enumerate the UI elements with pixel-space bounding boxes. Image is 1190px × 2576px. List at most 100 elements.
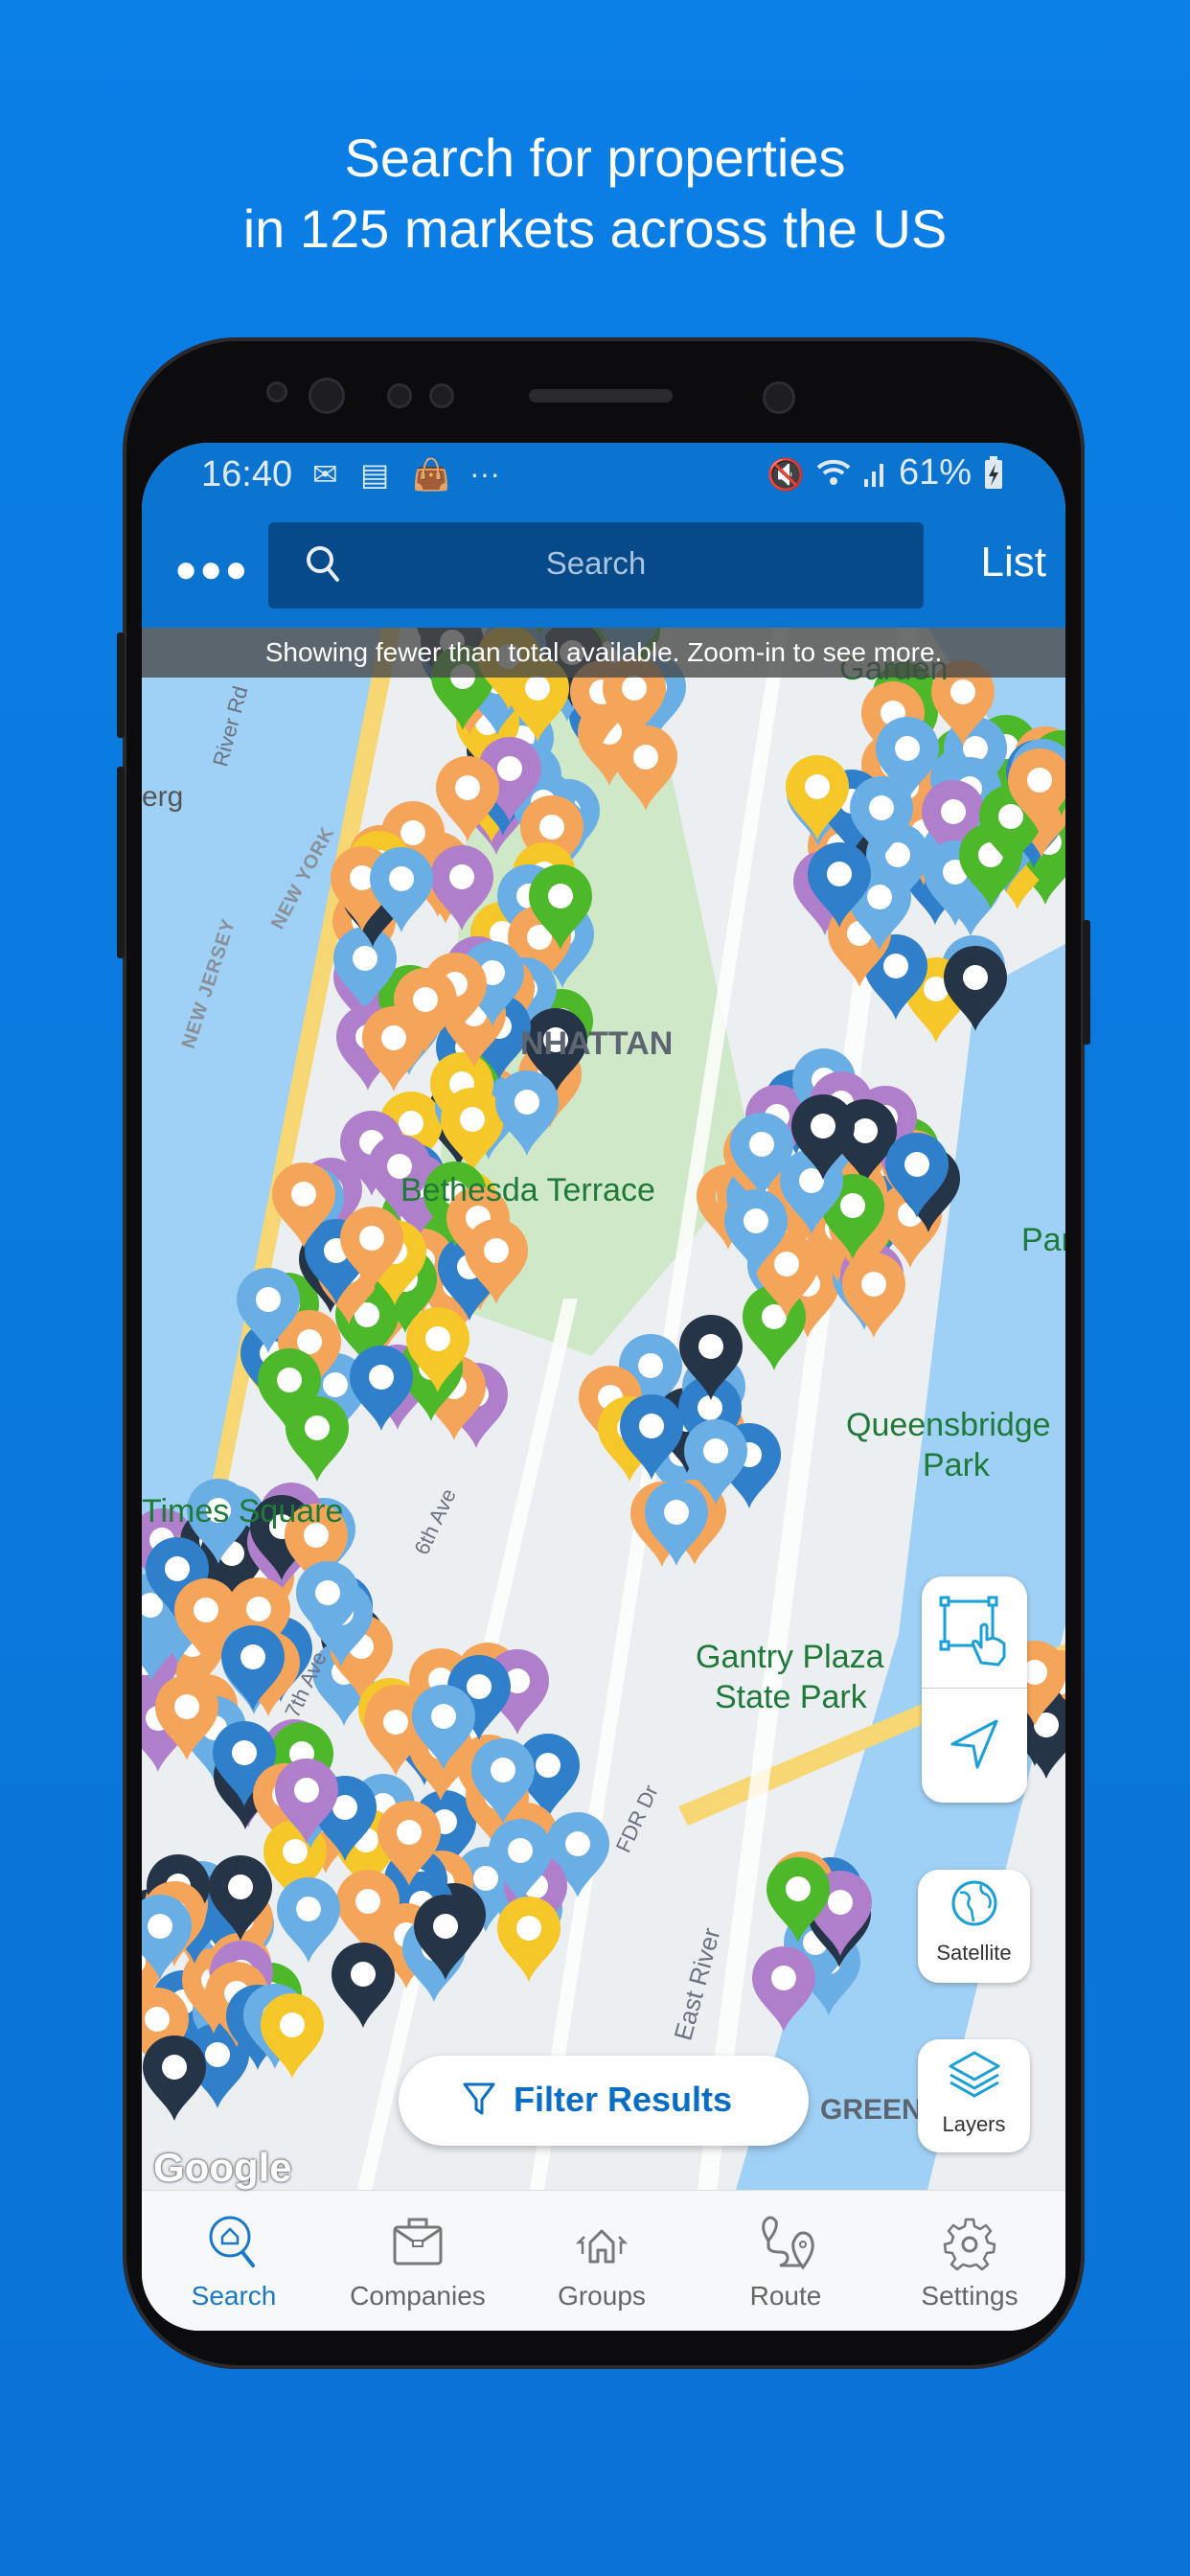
map-pin[interactable] xyxy=(428,844,495,932)
map-pin[interactable] xyxy=(256,1347,323,1436)
map-pin[interactable] xyxy=(728,1112,795,1200)
route-pins-icon xyxy=(762,2216,814,2270)
bag-icon: 👜 xyxy=(412,457,450,492)
list-view-button[interactable]: List xyxy=(981,539,1046,586)
phone-sensor xyxy=(387,383,412,408)
map-pin[interactable] xyxy=(682,1418,749,1506)
map-pin[interactable] xyxy=(368,846,435,934)
headline-line-1: Search for properties xyxy=(344,127,846,188)
search-placeholder: Search xyxy=(545,545,647,581)
map-pin[interactable] xyxy=(338,1206,405,1294)
map-pin[interactable] xyxy=(153,1674,220,1762)
map-pin[interactable] xyxy=(495,1896,562,1984)
battery-charging-icon xyxy=(983,456,1004,498)
promo-headline: Search for properties in 125 markets acr… xyxy=(0,123,1190,264)
map-pin[interactable] xyxy=(376,1800,443,1888)
gear-icon xyxy=(943,2218,996,2271)
map-label-state-park: State Park xyxy=(715,1679,867,1715)
search-input[interactable]: Search xyxy=(268,522,924,609)
houses-icon xyxy=(575,2229,629,2264)
globe-icon xyxy=(951,1880,997,1926)
filter-results-label: Filter Results xyxy=(514,2080,733,2119)
nav-tab-search[interactable]: Search xyxy=(142,2191,326,2331)
map-pin[interactable] xyxy=(722,1188,790,1276)
map-pin[interactable] xyxy=(412,1894,479,1982)
front-camera xyxy=(763,381,795,414)
nav-tab-groups[interactable]: Groups xyxy=(510,2191,694,2331)
map-pin[interactable] xyxy=(235,1267,302,1355)
phone-screen: 16:40 ✉ ▤ 👜 ··· 🔇 61% ●●● Search List NH… xyxy=(142,443,1065,2331)
layers-button[interactable]: Layers xyxy=(918,2039,1030,2152)
map-pin[interactable] xyxy=(618,1393,685,1482)
nav-label: Settings xyxy=(921,2281,1018,2311)
filter-funnel-icon xyxy=(463,2082,495,2115)
home-search-icon xyxy=(209,2216,255,2267)
phone-sensor xyxy=(309,378,345,414)
nav-label: Companies xyxy=(350,2281,486,2311)
nav-tab-companies[interactable]: Companies xyxy=(326,2191,510,2331)
select-area-button[interactable] xyxy=(922,1576,1027,1688)
map-pin[interactable] xyxy=(142,1894,194,1982)
map-pin[interactable] xyxy=(273,1758,340,1846)
phone-sensor xyxy=(266,381,287,402)
map-pin[interactable] xyxy=(259,1992,326,2081)
status-bar: 16:40 ✉ ▤ 👜 ··· 🔇 61% xyxy=(142,443,1065,510)
map-pin[interactable] xyxy=(469,1737,537,1826)
more-dots-icon: ··· xyxy=(469,456,500,491)
map-pin[interactable] xyxy=(463,1218,530,1306)
map-label-erg: erg xyxy=(142,781,184,813)
filter-results-button[interactable]: Filter Results xyxy=(399,2056,809,2146)
map-label-queensbridge-park: Park xyxy=(923,1447,990,1484)
map-pin[interactable] xyxy=(750,1945,817,2034)
status-time: 16:40 xyxy=(201,454,293,494)
map-pin[interactable] xyxy=(790,1093,857,1182)
headline-line-2: in 125 markets across the US xyxy=(242,198,948,259)
my-location-button[interactable] xyxy=(922,1689,1027,1803)
nav-tab-settings[interactable]: Settings xyxy=(878,2191,1062,2331)
menu-more-button[interactable]: ●●● xyxy=(174,548,249,591)
map-pin[interactable] xyxy=(275,1876,342,1965)
map-pin[interactable] xyxy=(874,716,941,804)
navigation-arrow-icon xyxy=(950,1719,998,1769)
nav-tab-route[interactable]: Route xyxy=(694,2191,878,2331)
google-logo: Google xyxy=(153,2145,292,2190)
map-pin[interactable] xyxy=(142,2035,208,2123)
phone-speaker xyxy=(529,389,673,402)
layers-label: Layers xyxy=(942,2112,1006,2136)
map-pin[interactable] xyxy=(784,754,851,842)
wifi-icon xyxy=(814,456,853,496)
layers-icon xyxy=(949,2051,1000,2098)
map-pin[interactable] xyxy=(172,1577,240,1666)
map-pin[interactable] xyxy=(1006,748,1065,836)
map-pin[interactable] xyxy=(410,1684,477,1772)
mute-icon: 🔇 xyxy=(767,457,805,492)
mail-icon: ✉ xyxy=(312,457,338,492)
phone-side-button xyxy=(117,767,125,958)
select-area-hand-icon xyxy=(939,1596,1006,1667)
map-pin[interactable] xyxy=(294,1560,361,1648)
map-label-manhattan: NHATTAN xyxy=(520,1025,674,1062)
app-bar: ●●● Search List xyxy=(142,510,1065,628)
signal-icon xyxy=(862,456,891,496)
calendar-icon: ▤ xyxy=(360,457,390,492)
satellite-button[interactable]: Satellite xyxy=(918,1870,1030,1983)
map-pin[interactable] xyxy=(207,1854,274,1943)
phone-sensor xyxy=(429,383,454,408)
nav-label: Groups xyxy=(558,2281,646,2311)
map-pin[interactable] xyxy=(942,945,1009,1033)
map-pin[interactable] xyxy=(392,967,459,1055)
map-pin[interactable] xyxy=(493,1070,561,1158)
map-pin[interactable] xyxy=(677,1314,744,1402)
map-pin[interactable] xyxy=(883,1132,950,1220)
briefcase-icon xyxy=(393,2218,443,2266)
map-label-times-square: Times Square xyxy=(142,1493,344,1530)
map-pin[interactable] xyxy=(404,1306,471,1394)
map-pin[interactable] xyxy=(487,1818,554,1906)
map-pin[interactable] xyxy=(765,1856,832,1944)
map-pin[interactable] xyxy=(270,1162,337,1250)
nav-label: Search xyxy=(191,2281,277,2311)
phone-side-button xyxy=(117,632,125,738)
map-pin[interactable] xyxy=(527,863,594,952)
map-label-park: Park xyxy=(1021,1222,1065,1258)
satellite-label: Satellite xyxy=(936,1941,1012,1965)
